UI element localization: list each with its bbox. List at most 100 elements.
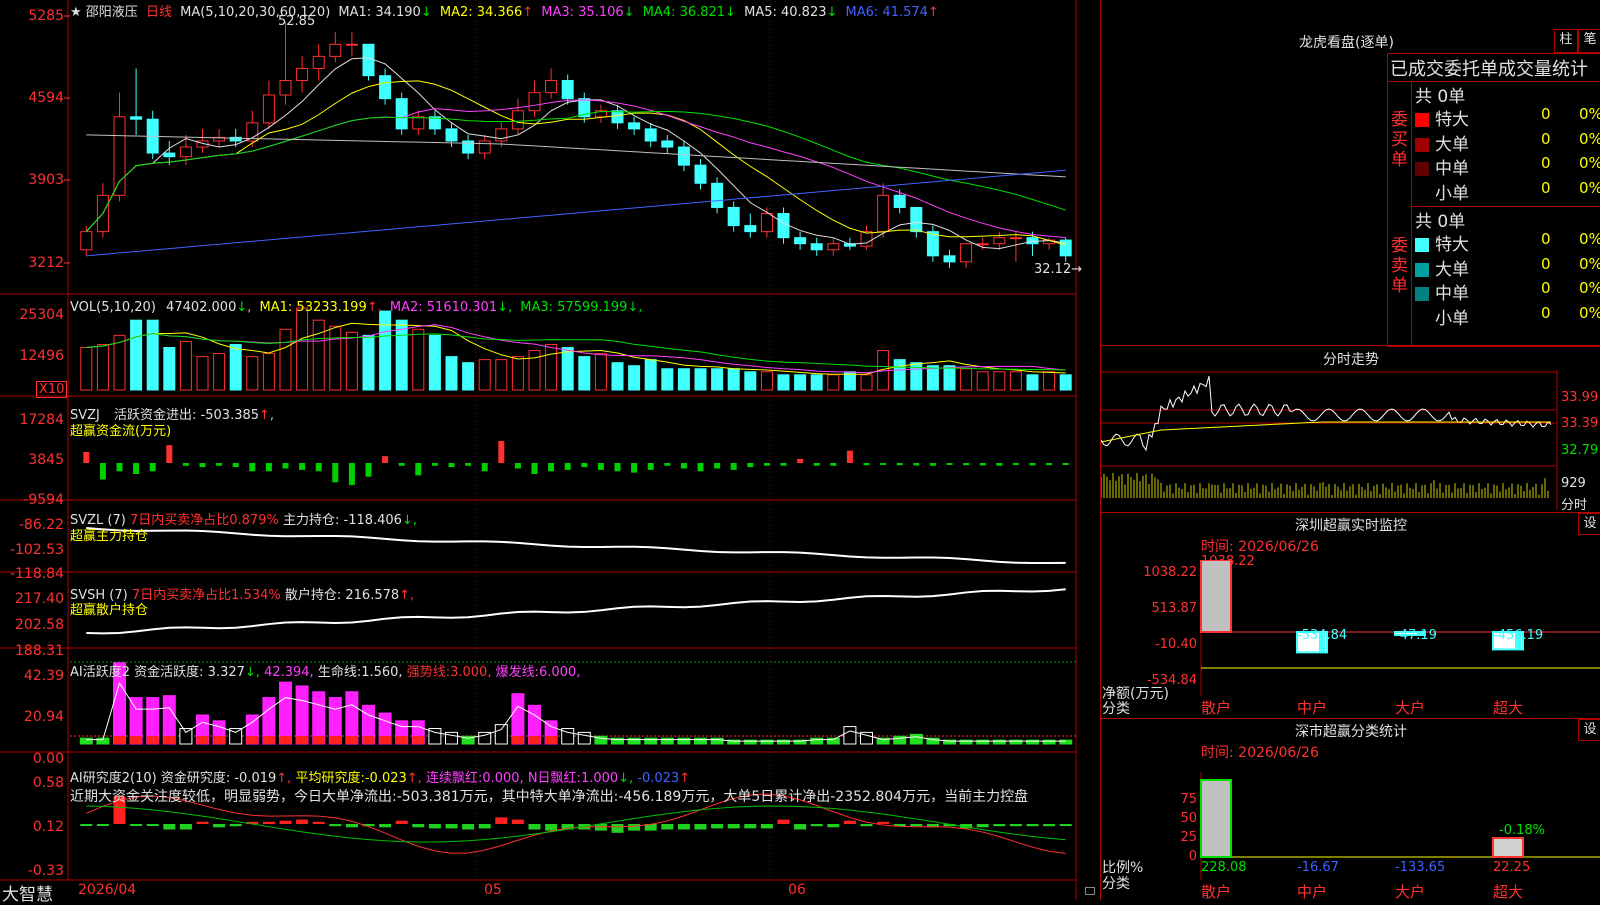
buy-swatch-icon [1415,187,1429,201]
candle-body [976,243,989,246]
activity-bar [909,733,923,745]
sz-bar-label: -47.19 [1395,628,1437,643]
activity-base-bar [163,736,176,744]
candle-body [345,43,358,46]
buy-name: 中单 [1435,159,1469,179]
volume-bar [395,319,408,391]
chart-area[interactable]: ★ 邵阳液压 日线 MA(5,10,20,30,60,120) MA1: 34.… [0,0,1095,905]
research-bar [777,819,790,824]
research-bar [611,824,624,833]
ai2-streak-value: 0.000, [482,771,524,786]
vol-value: 47402.000 [166,300,237,315]
buy-count: 0 [1541,105,1551,123]
ai2-tail-arrow: ↑ [679,771,691,786]
vol-unit-label[interactable]: X10 [36,381,68,398]
volume-bar [345,331,358,391]
svsh-y-2: 202.58 [15,617,64,633]
research-bar [1009,824,1022,827]
sc-settings-button[interactable]: 设 [1578,719,1600,741]
kline-y-5285: 5285 [28,8,64,24]
fund-flow-bar [282,463,289,469]
ai2-value: -0.019 [234,771,277,786]
fund-flow-bar [896,463,903,466]
ma-values: MA1: 34.190↓ MA2: 34.366↑ MA3: 35.106↓ M… [334,5,938,20]
candle-body [130,116,143,120]
volume-bar [1059,374,1072,391]
svsh-ratio: 7日内买卖净占比1.534% [131,588,281,603]
fund-flow-bar [216,463,223,466]
fund-flow-bar [315,463,322,472]
candle-body [760,213,773,233]
ai1-life-value: 1.560, [361,665,403,680]
volume-bar [594,353,607,391]
svsh-value: 216.578 [345,588,400,603]
intraday-chart[interactable] [1101,370,1600,510]
fund-flow-bar [714,463,721,469]
candle-body [893,194,906,208]
activity-bar [677,737,691,745]
fund-flow-bar [531,463,538,474]
sc-time: 时间: 2026/06/26 [1201,745,1319,761]
svzl-y-2: -102.53 [9,542,64,558]
research-bar [163,824,176,830]
volume-bar [727,368,740,391]
candle-body [179,146,192,158]
sc-category-label: 超大 [1493,883,1524,901]
candle-body [611,110,624,124]
buy-swatch-icon [1415,137,1429,152]
activity-bar [279,681,292,745]
sell-row: 中单 0 0% [1415,279,1600,304]
candle-body [677,146,690,166]
intraday-y-1: 33.99 [1561,390,1599,405]
candle-body [628,122,641,130]
volume-bar [810,374,823,391]
fund-flow-bar [996,463,1003,466]
candle-body [694,164,707,184]
svzl-y-3: -118.84 [9,566,64,582]
favorite-star-icon[interactable]: ★ [70,5,82,20]
stock-name[interactable]: 邵阳液压 [86,5,138,20]
buy-row: 小单 0 0% [1415,179,1600,204]
fund-flow-bar [548,463,555,472]
fund-flow-bar [332,463,339,483]
sz-top-line [1101,512,1600,513]
tick-view-button[interactable]: 笔 [1578,29,1600,53]
activity-base-bar [113,736,126,744]
candle-body [362,43,375,77]
volume-bar [130,319,143,391]
volume-bar [80,347,93,391]
candle-body [810,243,823,251]
activity-base-bar [312,736,325,744]
svzj-y-1: 17284 [19,412,64,428]
research-bar [130,824,143,826]
research-bar [379,824,392,828]
sc-value-label: -16.67 [1297,860,1339,875]
svsh-label: 散户持仓: [284,588,342,603]
activity-base-bar [545,736,558,744]
ai2-y-2: 0.12 [32,819,64,835]
fund-flow-bar [614,463,621,472]
sz-settings-button[interactable]: 设 [1578,513,1600,535]
lock-icon[interactable] [1085,887,1095,895]
fund-flow-bar [664,463,671,466]
vol-ma2-arrow: ↓, [497,300,513,315]
sc-value-label: -133.65 [1395,860,1446,875]
fund-flow-bar [763,463,770,466]
fund-flow-bar [846,450,853,463]
kline-y-3903: 3903 [28,172,64,188]
chart-svg[interactable] [0,0,1078,900]
ai1-label: 资金活跃度: [134,665,204,680]
research-bar [279,820,292,824]
column-view-button[interactable]: 柱 [1554,29,1578,53]
period-label[interactable]: 日线 [146,5,172,20]
candle-body [943,255,956,263]
vol-header: VOL(5,10,20) 47402.000 ↓, MA1: 53233.199↑… [70,300,643,315]
sell-vertical-label: 委卖单 [1391,236,1408,296]
candle-body [163,152,176,158]
ai2-nday-arrow: ↓, [618,771,634,786]
research-bar [760,824,773,829]
kline-header: ★ 邵阳液压 日线 MA(5,10,20,30,60,120) MA1: 34.… [70,1,939,20]
fund-flow-bar [929,463,936,466]
ai2-nday-label: N日飘红: [527,771,581,786]
ma3-arrow: ↓ [623,5,635,20]
